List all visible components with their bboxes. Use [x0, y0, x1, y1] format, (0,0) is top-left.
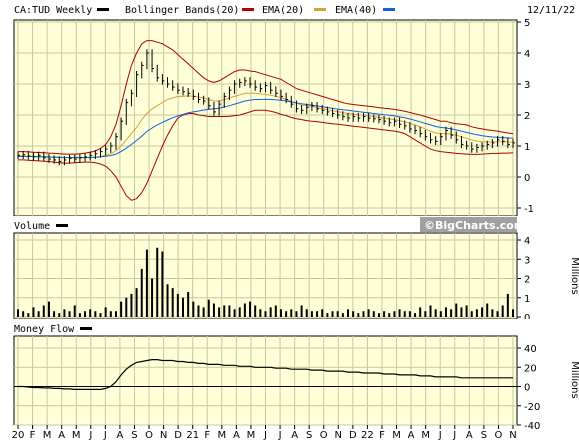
ema40-legend-label: EMA(40)	[335, 5, 377, 16]
price-tick-label: -1	[524, 204, 534, 215]
volume-tick-label: 4	[524, 236, 530, 247]
moneyflow-units-label: Millions	[569, 361, 579, 398]
symbol-label: CA:TUD Weekly	[14, 5, 92, 16]
x-tick-label: M	[43, 430, 52, 441]
moneyflow-tick-label: -20	[524, 402, 540, 413]
x-tick-label: J	[438, 430, 442, 441]
price-tick-label: 3	[524, 80, 530, 91]
moneyflow-label: Money Flow	[14, 324, 75, 335]
x-tick-label: F	[379, 430, 385, 441]
x-tick-label: N	[509, 430, 516, 441]
price-tick-label: 4	[524, 49, 530, 60]
x-tick-label: J	[263, 430, 267, 441]
x-tick-label: A	[233, 430, 240, 441]
x-tick-label: M	[421, 430, 430, 441]
x-tick-label: J	[278, 430, 282, 441]
ema20-legend-swatch	[242, 8, 254, 11]
x-tick-label: M	[392, 430, 401, 441]
x-tick-label: 20	[12, 430, 25, 441]
price-tick-label: 1	[524, 142, 530, 153]
price-tick-label: 5	[524, 18, 530, 29]
x-tick-label: N	[335, 430, 342, 441]
price-axis: -1 0 1 2 3 4 5	[517, 18, 534, 215]
x-tick-label: A	[116, 430, 123, 441]
x-tick-label: A	[408, 430, 415, 441]
volume-tick-label: 2	[524, 275, 530, 286]
x-tick-label: 22	[361, 430, 374, 441]
bollinger-legend-swatch	[97, 8, 109, 11]
volume-axis: 01234	[517, 236, 530, 324]
moneyflow-legend-swatch	[80, 327, 92, 330]
x-tick-label: A	[58, 430, 65, 441]
moneyflow-axis: -40 -20 0 20 40	[517, 344, 540, 432]
volume-legend-swatch	[56, 224, 68, 227]
x-tick-label: S	[131, 430, 137, 441]
x-tick-label: M	[218, 430, 227, 441]
x-tick-label: N	[160, 430, 167, 441]
x-tick-label: D	[174, 430, 182, 441]
x-tick-label: F	[30, 430, 36, 441]
watermark: ©BigCharts.com	[424, 219, 525, 232]
moneyflow-tick-label: -40	[524, 421, 540, 432]
x-tick-label: F	[204, 430, 210, 441]
chart-date: 12/11/22	[527, 5, 575, 16]
volume-tick-label: 1	[524, 294, 530, 305]
x-tick-label: O	[495, 430, 503, 441]
x-tick-label: J	[88, 430, 92, 441]
stock-chart: CA:TUD Weekly Bollinger Bands(20) EMA(20…	[0, 0, 579, 441]
price-tick-label: 2	[524, 111, 530, 122]
x-tick-label: J	[452, 430, 456, 441]
series4-legend-swatch	[383, 8, 395, 11]
ema20-legend-label: EMA(20)	[262, 5, 304, 16]
x-tick-label: A	[291, 430, 298, 441]
x-tick-label: A	[466, 430, 473, 441]
x-tick-label: M	[247, 430, 256, 441]
moneyflow-tick-label: 20	[524, 363, 537, 374]
moneyflow-tick-label: 40	[524, 344, 537, 355]
volume-units-label: Millions	[569, 257, 579, 294]
price-tick-label: 0	[524, 173, 530, 184]
x-tick-label: O	[320, 430, 328, 441]
x-tick-label: D	[349, 430, 357, 441]
volume-tick-label: 3	[524, 255, 530, 266]
x-tick-label: S	[481, 430, 487, 441]
volume-label: Volume	[14, 221, 50, 232]
ema40-legend-swatch	[314, 8, 326, 11]
x-tick-label: M	[72, 430, 81, 441]
x-tick-label: J	[103, 430, 107, 441]
moneyflow-tick-label: 0	[524, 383, 530, 394]
x-tick-label: O	[145, 430, 153, 441]
x-tick-label: 21	[186, 430, 199, 441]
bollinger-legend-label: Bollinger Bands(20)	[125, 5, 239, 16]
x-axis: 20 F M A M J J A S O N D 21 F M A M J J A S O N D 22 F M A M J J A S O N	[12, 425, 517, 441]
x-tick-label: S	[306, 430, 312, 441]
